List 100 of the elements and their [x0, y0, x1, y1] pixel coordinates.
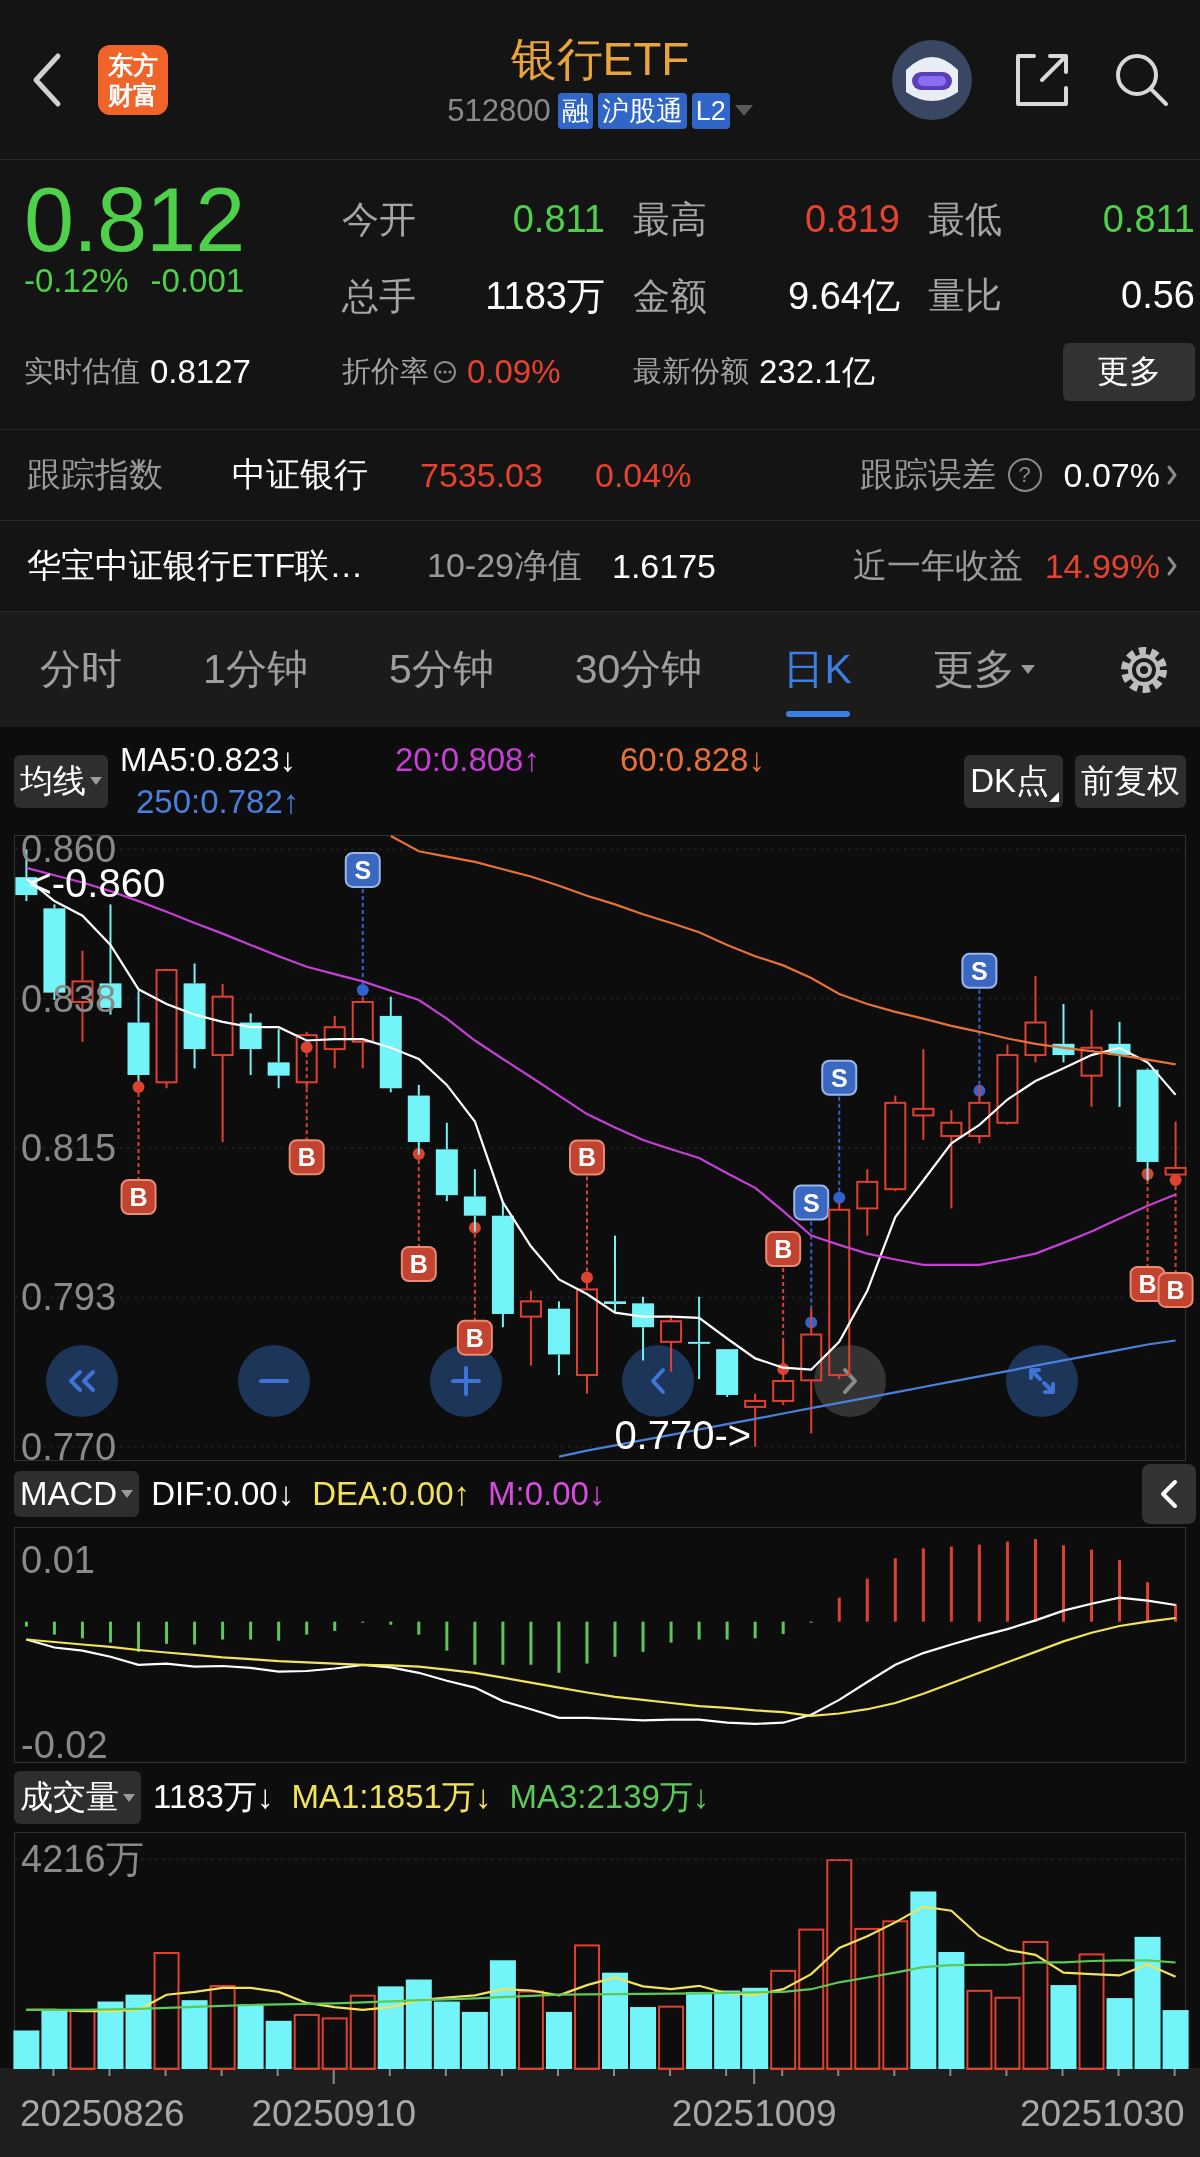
robot-avatar-icon[interactable] [892, 39, 972, 120]
stat-value: 0.56 [1121, 274, 1195, 317]
expand-icon [1028, 1367, 1056, 1395]
candlestick [1052, 1002, 1075, 1064]
nav-value: 1.6175 [612, 546, 716, 586]
indicator-dropdown[interactable]: MACD [14, 1471, 140, 1517]
legend-value: 20:0.808↑ [395, 741, 541, 779]
double-chevron-left-icon [68, 1369, 96, 1393]
date-label: 20251030 [1019, 2093, 1185, 2134]
caret-icon [90, 777, 102, 785]
help-icon[interactable]: ? [1007, 458, 1042, 492]
legend-value: DIF:0.00↓ [151, 1475, 295, 1513]
market-tag: 融 [557, 92, 593, 129]
more-button[interactable]: 更多 [1063, 343, 1195, 401]
candlestick [239, 1012, 262, 1076]
chevron-right-icon[interactable] [1166, 555, 1178, 577]
legend-value: 1183万↓ [153, 1777, 274, 1817]
stat-label: 最高 [633, 198, 707, 242]
chevron-left-icon [650, 1367, 666, 1395]
stat-value: 232.1亿 [759, 351, 875, 392]
stat-value: 0.811 [1102, 198, 1195, 241]
index-value: 7535.03 [420, 455, 544, 495]
legend-value: MA3:2139万↓ [509, 1777, 710, 1817]
stat-label: 最低 [928, 198, 1002, 242]
candlestick [632, 1295, 655, 1362]
axis-label: 0.770 [21, 1425, 117, 1468]
tracking-error-value: 0.07% [1063, 455, 1160, 495]
collapse-button[interactable] [1142, 1464, 1196, 1524]
market-tag: 沪股通 [597, 92, 687, 129]
stat-value: 0.09% [467, 353, 561, 391]
candlestick [772, 1340, 795, 1406]
period-tab[interactable]: 5分钟 [388, 622, 494, 717]
minus-icon [258, 1378, 290, 1384]
candlestick [660, 1315, 683, 1373]
candlestick [295, 1030, 318, 1090]
indicator-dropdown[interactable]: 成交量 [14, 1771, 141, 1824]
axis-label: 0.793 [21, 1276, 117, 1319]
caret-icon[interactable] [734, 105, 753, 116]
info-label: 跟踪误差 [859, 454, 996, 495]
plus-icon [450, 1365, 482, 1397]
stat-value: 0.811 [512, 198, 605, 241]
chevron-left-icon [1160, 1479, 1178, 1509]
change-percent: -0.12% [24, 262, 129, 300]
stat-label: 今开 [342, 198, 416, 242]
caret-icon [121, 1490, 134, 1498]
stat-label: 实时估值 [24, 354, 140, 389]
period-tab[interactable]: 1分钟 [203, 622, 308, 717]
indicator-dropdown[interactable]: 均线 [14, 754, 108, 808]
stat-label: 折价率 [342, 354, 429, 389]
stat-label: 最新份额 [633, 354, 749, 389]
candlestick [1164, 1120, 1187, 1176]
stat-label: 总手 [342, 274, 416, 319]
candlestick [716, 1348, 739, 1398]
legend-value: 250:0.782↑ [135, 783, 301, 821]
index-change: 0.04% [595, 455, 692, 495]
period-tab[interactable]: 更多 [932, 622, 1035, 717]
stat-value: 1183万 [485, 273, 605, 319]
axis-label: 0.01 [21, 1539, 95, 1582]
date-label: 20251009 [671, 2093, 837, 2134]
axis-label: 0.815 [21, 1127, 117, 1169]
stat-value: 0.819 [804, 198, 900, 241]
market-tag: L2 [691, 92, 730, 129]
stat-label: 量比 [928, 274, 1002, 318]
period-tab[interactable]: 分时 [40, 622, 122, 717]
candlestick [463, 1168, 486, 1233]
change-amount: -0.001 [150, 262, 245, 300]
legend-value: MA5:0.823↓ [120, 741, 298, 779]
security-code: 512800 [447, 92, 551, 129]
legend-value: 60:0.828↓ [620, 741, 766, 779]
date-label: 20250910 [251, 2093, 417, 2134]
adjust-button[interactable]: 前复权 [1075, 754, 1186, 808]
date-label: 20250826 [20, 2093, 185, 2134]
stat-label: 金额 [633, 274, 707, 319]
info-label: 10-29净值 [427, 545, 583, 586]
caret-icon [123, 1793, 135, 1802]
period-tab[interactable]: 30分钟 [574, 622, 703, 717]
stat-value: 9.64亿 [788, 273, 900, 319]
legend-value: M:0.00↓ [488, 1475, 606, 1513]
page-title: 银行ETF [510, 31, 690, 87]
candlestick [968, 1083, 991, 1145]
info-label: 跟踪指数 [27, 454, 164, 495]
stat-value: 0.8127 [150, 353, 251, 391]
return-value: 14.99% [1044, 546, 1160, 586]
chevron-right-icon[interactable] [1166, 464, 1178, 486]
info-label: 近一年收益 [852, 545, 1023, 586]
legend-value: MA1:1851万↓ [291, 1777, 492, 1817]
last-price: 0.812 [24, 175, 246, 265]
dk-point-button[interactable]: DK点 [964, 754, 1063, 808]
candlestick [267, 1028, 290, 1090]
more-info-icon[interactable] [433, 360, 457, 384]
period-tab[interactable]: 日K [783, 622, 852, 717]
corner-triangle-icon [1049, 791, 1059, 802]
legend-value: DEA:0.00↑ [312, 1475, 470, 1513]
index-name[interactable]: 中证银行 [232, 452, 420, 498]
axis-label: -0.02 [21, 1723, 108, 1766]
axis-label: 4216万 [21, 1838, 144, 1881]
chevron-right-icon [842, 1367, 858, 1395]
candlestick [323, 1014, 346, 1070]
candlestick [856, 1168, 879, 1237]
fund-name[interactable]: 华宝中证银行ETF联… [27, 543, 427, 589]
